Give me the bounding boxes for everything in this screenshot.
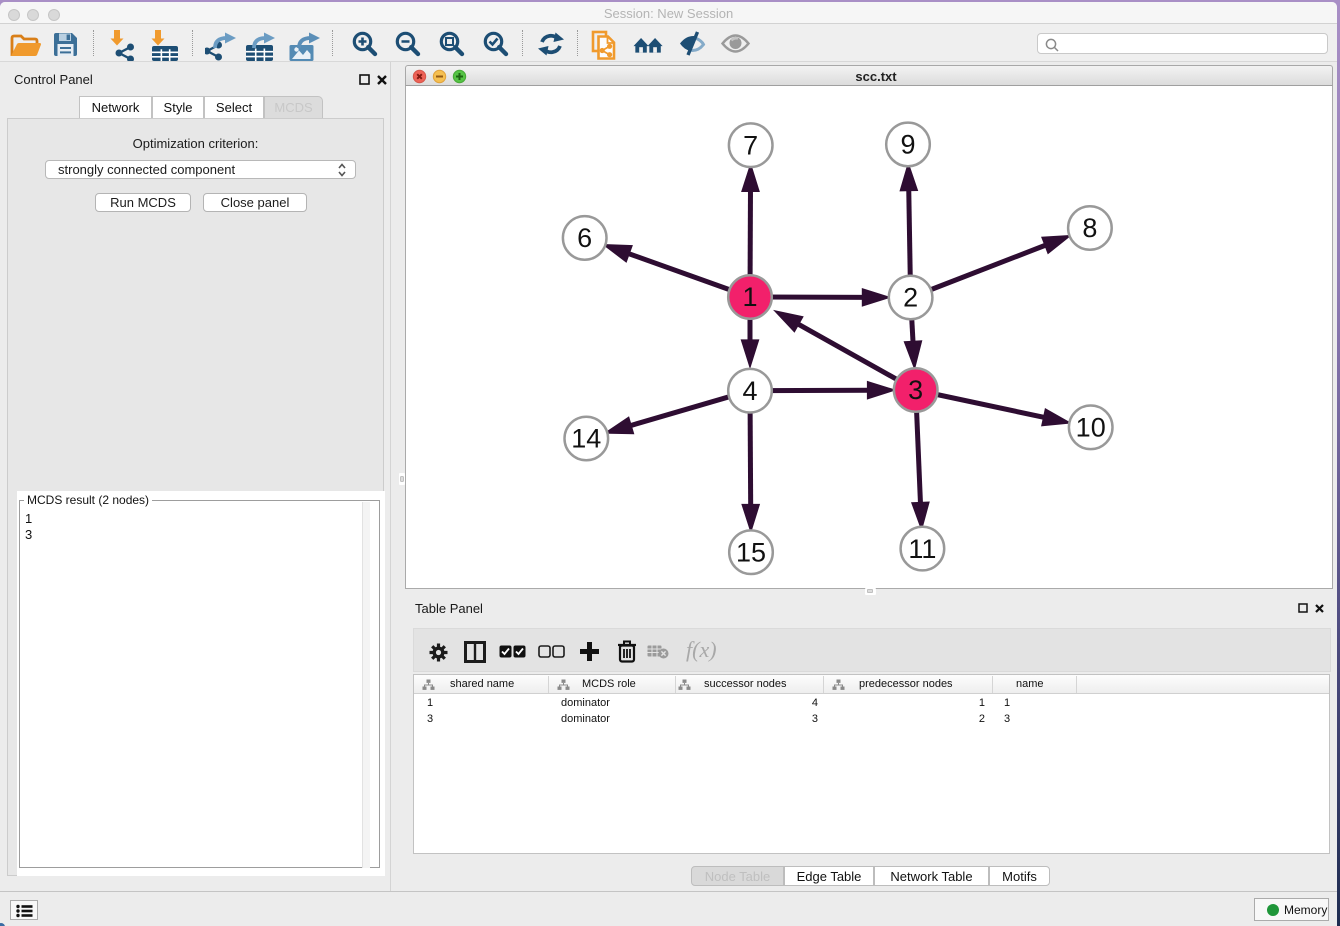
svg-text:7: 7 <box>743 130 758 160</box>
svg-text:8: 8 <box>1082 213 1097 243</box>
svg-text:14: 14 <box>571 424 601 454</box>
svg-text:15: 15 <box>736 537 766 567</box>
svg-text:10: 10 <box>1076 413 1106 443</box>
svg-text:4: 4 <box>742 376 757 406</box>
svg-text:2: 2 <box>903 283 918 313</box>
svg-text:11: 11 <box>908 534 936 564</box>
svg-text:6: 6 <box>577 223 592 253</box>
svg-text:3: 3 <box>908 375 923 405</box>
svg-text:1: 1 <box>742 282 757 312</box>
svg-text:9: 9 <box>900 130 915 160</box>
